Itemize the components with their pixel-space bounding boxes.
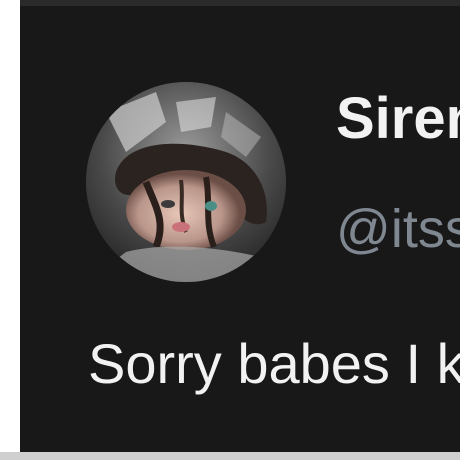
tweet-text: Sorry babes I k: [88, 332, 460, 395]
left-margin: [0, 0, 20, 460]
screenshot-frame: Siren @itss Sorry babes I k: [0, 0, 460, 460]
user-handle[interactable]: @itss: [336, 202, 460, 256]
bottom-edge: [0, 452, 460, 460]
profile-photo-icon: [86, 82, 286, 282]
display-name[interactable]: Siren: [336, 90, 460, 148]
tweet-card[interactable]: Siren @itss Sorry babes I k: [20, 6, 460, 452]
avatar[interactable]: [86, 82, 286, 282]
